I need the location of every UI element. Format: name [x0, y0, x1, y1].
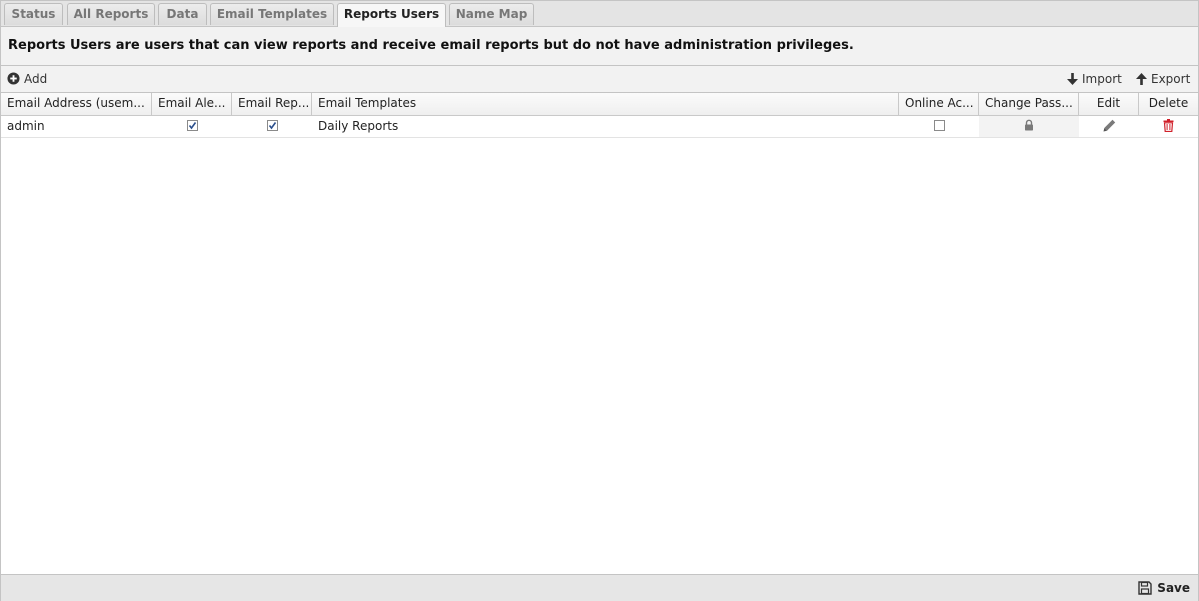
tab-name-map[interactable]: Name Map [449, 3, 534, 25]
save-button[interactable]: Save [1138, 580, 1190, 596]
cell-edit [1079, 116, 1139, 137]
export-label: Export [1151, 72, 1191, 86]
arrow-down-icon [1067, 73, 1078, 85]
add-button[interactable]: Add [7, 71, 47, 87]
plus-circle-icon [7, 72, 20, 85]
description-text: Reports Users are users that can view re… [8, 38, 854, 53]
cell-change-password [979, 116, 1079, 137]
column-header-email-alerts[interactable]: Email Ale... [152, 93, 232, 115]
import-button[interactable]: Import [1067, 71, 1122, 87]
cell-email-alerts [152, 116, 232, 137]
grid-toolbar: Add Import Export [1, 66, 1198, 93]
online-access-checkbox[interactable] [933, 120, 945, 131]
tab-bar: Status All Reports Data Email Templates … [1, 1, 1198, 27]
email-alerts-checkbox[interactable] [186, 120, 198, 131]
column-header-online-access[interactable]: Online Ac... [899, 93, 979, 115]
table-row[interactable]: admin Daily Reports [1, 116, 1198, 138]
cell-email-templates: Daily Reports [318, 119, 399, 133]
description-panel: Reports Users are users that can view re… [1, 27, 1198, 66]
checkmark-icon [268, 122, 276, 130]
column-header-email-templates[interactable]: Email Templates [312, 93, 899, 115]
cell-email-reports [232, 116, 312, 137]
tab-status[interactable]: Status [4, 3, 63, 25]
cell-delete [1139, 116, 1198, 137]
column-header-edit[interactable]: Edit [1079, 93, 1139, 115]
lock-icon[interactable] [1024, 119, 1034, 131]
tab-email-templates[interactable]: Email Templates [210, 3, 334, 25]
tab-data[interactable]: Data [158, 3, 207, 25]
checkmark-icon [188, 122, 196, 130]
floppy-disk-icon [1138, 581, 1152, 595]
arrow-up-icon [1136, 73, 1147, 85]
column-header-email-address[interactable]: Email Address (usem... [1, 93, 152, 115]
cell-online-access [899, 116, 979, 137]
column-header-email-reports[interactable]: Email Rep... [232, 93, 312, 115]
add-label: Add [24, 72, 48, 86]
pencil-icon[interactable] [1103, 119, 1116, 132]
column-header-change-password[interactable]: Change Pass... [979, 93, 1079, 115]
tab-reports-users[interactable]: Reports Users [337, 3, 446, 27]
export-button[interactable]: Export [1136, 71, 1190, 87]
email-reports-checkbox[interactable] [266, 120, 278, 131]
cell-email-address: admin [7, 119, 45, 133]
grid-header: Email Address (usem... Email Ale... Emai… [1, 93, 1198, 116]
column-header-delete[interactable]: Delete [1139, 93, 1198, 115]
reports-users-panel: Status All Reports Data Email Templates … [0, 0, 1199, 601]
trash-icon[interactable] [1163, 118, 1174, 132]
footer-bar: Save [1, 574, 1198, 601]
save-label: Save [1157, 581, 1190, 595]
tab-all-reports[interactable]: All Reports [67, 3, 155, 25]
import-label: Import [1082, 72, 1122, 86]
